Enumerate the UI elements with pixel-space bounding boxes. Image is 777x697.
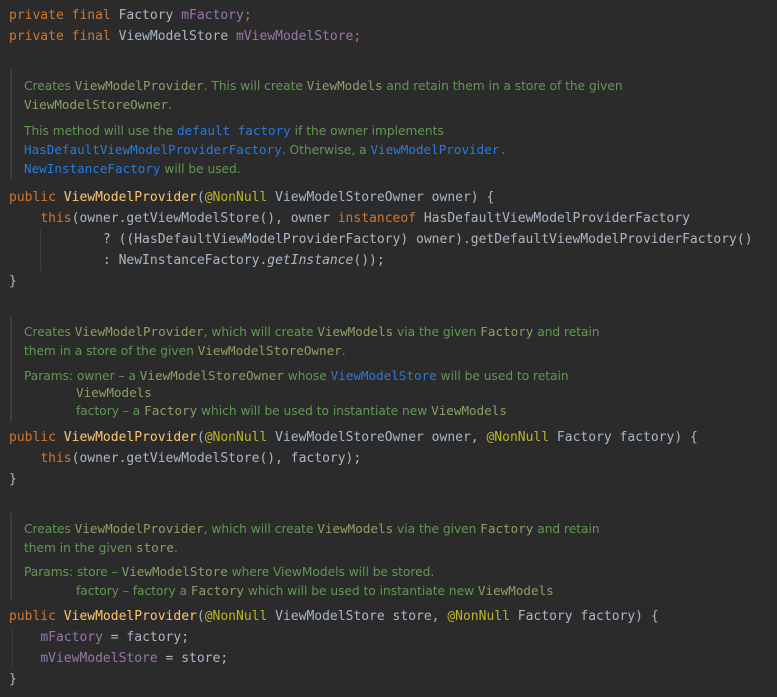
doc-link[interactable]: NewInstanceFactory	[24, 161, 160, 176]
field-name: mFactory	[181, 8, 244, 23]
rendered-javadoc-2[interactable]: Creates ViewModelProvider, which will cr…	[10, 316, 772, 422]
annotation: @NonNull	[447, 609, 510, 624]
doc-link[interactable]: default factory	[177, 123, 291, 138]
annotation: @NonNull	[204, 190, 268, 205]
field-name: mFactory	[40, 630, 103, 645]
code-line-ctor2-signature[interactable]: public ViewModelProvider(@NonNull ViewMo…	[9, 427, 698, 448]
code-line-brace[interactable]: }	[9, 271, 17, 292]
doc-line: ViewModels	[76, 385, 152, 400]
doc-line: them in the given store.	[24, 540, 178, 555]
doc-line: them in a store of the given ViewModelSt…	[24, 343, 346, 358]
doc-line: Params: store – ViewModelStore where Vie…	[24, 564, 435, 579]
doc-line: factory – a Factory which will be used t…	[76, 403, 507, 418]
keyword: this	[40, 451, 72, 466]
method-name: ViewModelProvider	[63, 430, 197, 445]
code-line[interactable]: mFactory = factory;	[9, 627, 189, 648]
indent-guide	[12, 627, 13, 669]
annotation: @NonNull	[204, 609, 268, 624]
keyword: instanceof	[337, 211, 417, 226]
rendered-javadoc-1[interactable]: Creates ViewModelProvider. This will cre…	[10, 70, 772, 178]
field-name: mViewModelStore	[235, 29, 354, 44]
keyword: public	[9, 609, 56, 624]
type-name: Factory	[118, 8, 174, 23]
doc-line: This method will use the default factory…	[24, 123, 444, 138]
keyword: this	[40, 211, 72, 226]
doc-line: Creates ViewModelProvider, which will cr…	[24, 324, 600, 339]
doc-line: HasDefaultViewModelProviderFactory. Othe…	[24, 142, 507, 157]
type-name: ViewModelStore	[118, 29, 229, 44]
keyword: public	[9, 430, 56, 445]
code-line[interactable]: : NewInstanceFactory.getInstance());	[9, 250, 385, 271]
code-line-brace[interactable]: }	[9, 469, 17, 490]
keyword: private final	[9, 8, 111, 23]
code-line-field-store[interactable]: private final ViewModelStore mViewModelS…	[9, 26, 361, 47]
doc-link[interactable]: HasDefaultViewModelProviderFactory	[24, 142, 282, 157]
doc-line: Creates ViewModelProvider. This will cre…	[24, 78, 623, 93]
code-line-brace[interactable]: }	[9, 669, 17, 690]
doc-line: ViewModelStoreOwner.	[24, 97, 172, 112]
annotation: @NonNull	[204, 430, 268, 445]
code-line-ctor1-signature[interactable]: public ViewModelProvider(@NonNull ViewMo…	[9, 187, 494, 208]
field-name: mViewModelStore	[40, 651, 158, 666]
doc-line: NewInstanceFactory will be used.	[24, 161, 241, 176]
method-name: ViewModelProvider	[63, 190, 197, 205]
rendered-javadoc-3[interactable]: Creates ViewModelProvider, which will cr…	[10, 513, 772, 601]
keyword: private final	[9, 29, 111, 44]
doc-link[interactable]: ViewModelProvider.	[370, 142, 506, 157]
code-line[interactable]: ? ((HasDefaultViewModelProviderFactory) …	[9, 229, 753, 250]
code-line[interactable]: this(owner.getViewModelStore(), owner in…	[9, 208, 690, 229]
doc-line: Creates ViewModelProvider, which will cr…	[24, 521, 600, 536]
indent-guide	[40, 229, 41, 271]
code-line-ctor3-signature[interactable]: public ViewModelProvider(@NonNull ViewMo…	[9, 606, 659, 627]
annotation: @NonNull	[486, 430, 550, 445]
method-call: getInstance	[267, 253, 354, 268]
method-name: ViewModelProvider	[63, 609, 197, 624]
keyword: public	[9, 190, 56, 205]
code-line[interactable]: mViewModelStore = store;	[9, 648, 228, 669]
semicolon: ;	[243, 8, 252, 23]
doc-link[interactable]: ViewModelStore	[331, 368, 437, 383]
semicolon: ;	[353, 29, 362, 44]
code-line[interactable]: this(owner.getViewModelStore(), factory)…	[9, 448, 361, 469]
doc-line: factory – factory a Factory which will b…	[76, 583, 554, 598]
code-line-field-factory[interactable]: private final Factory mFactory;	[9, 5, 252, 26]
